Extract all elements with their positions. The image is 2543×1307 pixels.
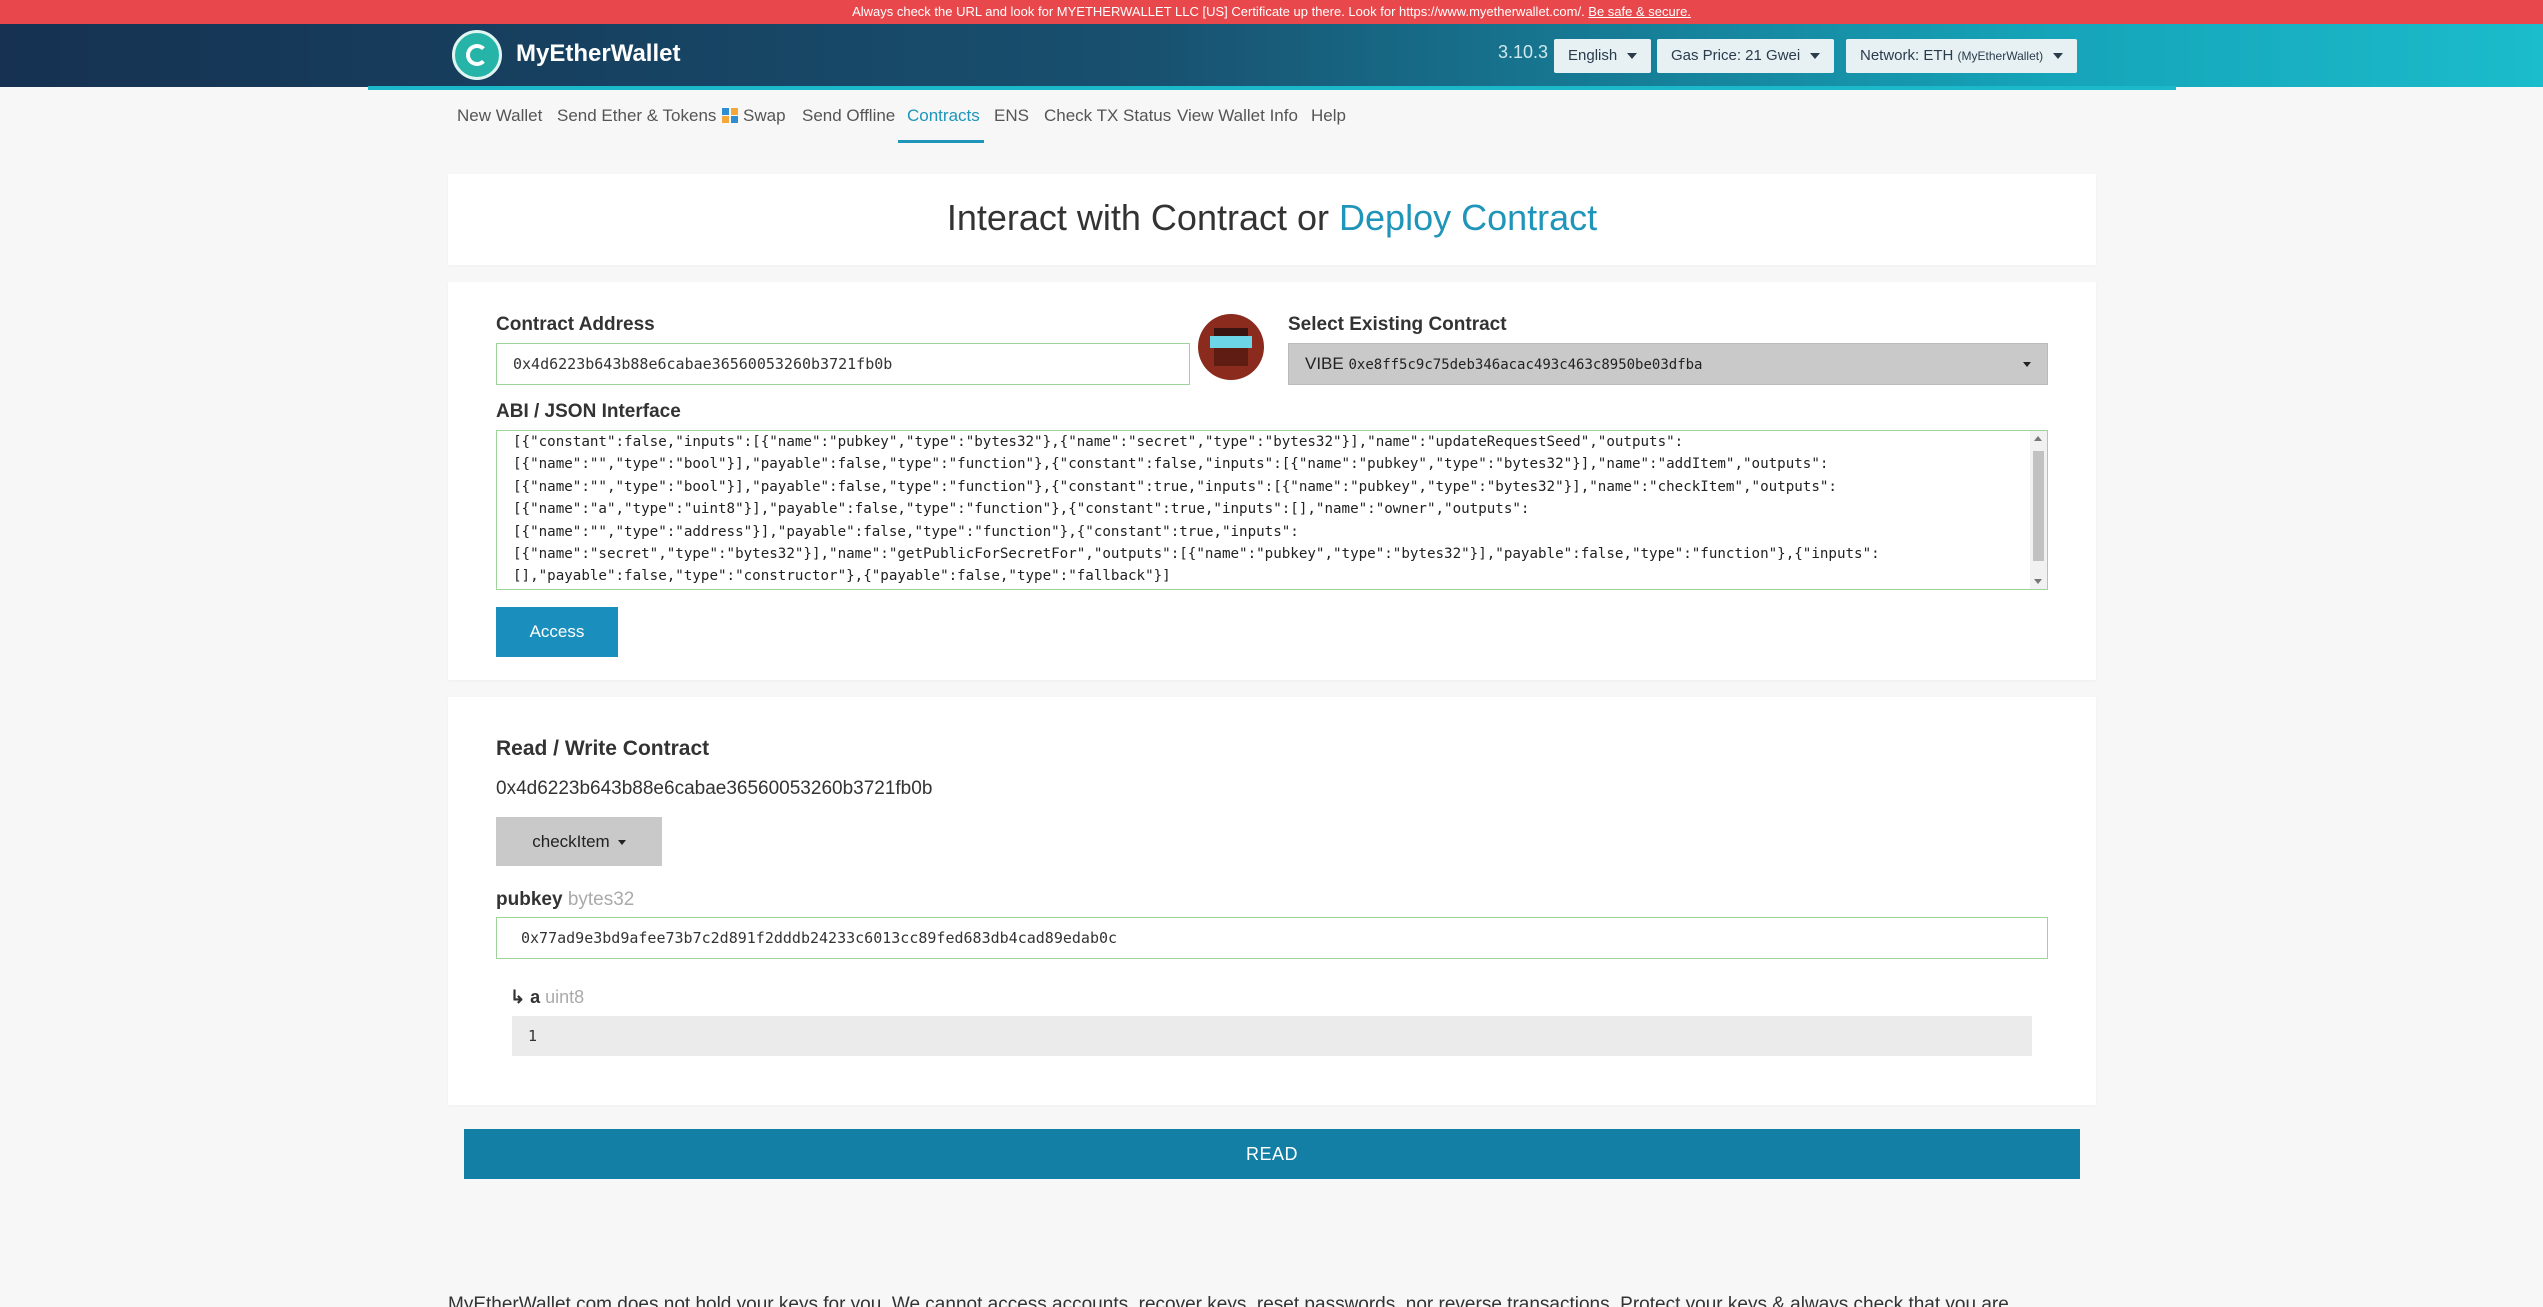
caret-down-icon [2023,362,2031,367]
caret-down-icon [617,840,626,846]
caret-down-icon [2053,53,2064,60]
header [0,24,2543,87]
read-write-contract-address: 0x4d6223b643b88e6cabae36560053260b3721fb… [496,778,933,799]
nav-help[interactable]: Help [1311,104,1346,128]
read-button[interactable]: READ [464,1129,2080,1179]
output-value-field: 1 [512,1016,2032,1056]
output-label: ↳ a uint8 [510,987,584,1008]
header-underline [368,86,2176,90]
output-name: a [530,987,541,1007]
abi-line: [{"name":"secret","type":"bytes32"}],"na… [513,546,1880,563]
read-write-heading: Read / Write Contract [496,737,710,760]
nav-view-wallet-info[interactable]: View Wallet Info [1177,104,1298,128]
logo-icon[interactable] [452,30,502,80]
contract-address-input[interactable]: 0x4d6223b643b88e6cabae36560053260b3721fb… [496,343,1190,385]
security-alert-bar: Always check the URL and look for MYETHE… [0,0,2543,24]
network-label: Network: ETH [1860,47,1954,64]
nav-ens[interactable]: ENS [994,104,1029,128]
abi-line: [{"name":"","type":"address"}],"payable"… [513,523,1299,540]
identicon-avatar [1198,314,1264,380]
swap-icon [722,108,738,123]
language-label: English [1568,47,1618,64]
scroll-thumb[interactable] [2033,451,2044,561]
network-dropdown[interactable]: Network: ETH (MyEtherWallet) [1846,39,2078,73]
nav-check-tx-status[interactable]: Check TX Status [1044,104,1171,128]
nav-send-ether-tokens[interactable]: Send Ether & Tokens [557,104,716,128]
nav-new-wallet[interactable]: New Wallet [457,104,542,128]
language-dropdown[interactable]: English [1554,39,1652,73]
select-existing-contract-dropdown[interactable]: VIBE 0xe8ff5c9c75deb346acac493c463c8950b… [1288,343,2048,385]
nav-contracts[interactable]: Contracts [907,104,980,128]
nav-swap-label: Swap [743,106,786,125]
network-node-label: (MyEtherWallet) [1957,49,2044,63]
output-arrow: ↳ [510,987,526,1007]
interact-title: Interact with Contract [946,197,1287,238]
abi-line: [{"name":"","type":"bool"}],"payable":fa… [513,456,1829,473]
nav-active-indicator [898,140,984,143]
select-existing-contract-label: Select Existing Contract [1288,314,1507,335]
abi-scrollbar[interactable] [2030,431,2047,589]
page-title: Interact with Contract or Deploy Contrac… [448,197,2096,239]
abi-line: [{"name":"a","type":"uint8"}],"payable":… [513,501,1530,518]
param-type: bytes32 [567,889,635,910]
caret-down-icon [1627,53,1638,60]
pubkey-input[interactable]: 0x77ad9e3bd9afee73b7c2d891f2dddb24233c60… [496,917,2048,959]
abi-line: [],"payable":false,"type":"constructor"}… [513,568,1171,585]
function-selected-label: checkItem [532,832,610,851]
scroll-down-icon[interactable] [2034,579,2042,584]
abi-line: [{"constant":false,"inputs":[{"name":"pu… [513,434,1684,450]
selected-contract-address: 0xe8ff5c9c75deb346acac493c463c8950be03df… [1348,357,1703,373]
scroll-up-icon[interactable] [2034,436,2042,441]
alert-link[interactable]: Be safe & secure. [1588,4,1691,19]
selected-contract-name: VIBE [1305,354,1344,373]
brand-name[interactable]: MyEtherWallet [516,40,680,68]
alert-text: Always check the URL and look for MYETHE… [852,4,1589,19]
access-button[interactable]: Access [496,607,618,657]
title-panel: Interact with Contract or Deploy Contrac… [448,174,2096,265]
main-nav: New Wallet Send Ether & Tokens Swap Send… [0,104,2543,144]
gas-price-label: Gas Price: 21 Gwei [1671,47,1801,64]
caret-down-icon [1810,53,1821,60]
gas-price-dropdown[interactable]: Gas Price: 21 Gwei [1657,39,1835,73]
output-type: uint8 [545,987,585,1007]
param-label: pubkey bytes32 [496,889,634,911]
version-label: 3.10.3 [1498,42,1549,62]
function-select-dropdown[interactable]: checkItem [496,817,662,866]
param-name: pubkey [496,889,563,910]
abi-json-textarea[interactable]: [{"constant":false,"inputs":[{"name":"pu… [496,430,2048,590]
footer-disclaimer: MyEtherWallet.com does not hold your key… [448,1294,2009,1307]
nav-swap[interactable]: Swap [721,104,786,128]
contract-address-label: Contract Address [496,314,655,335]
title-or: or [1297,197,1330,238]
deploy-contract-link[interactable]: Deploy Contract [1339,197,1597,238]
abi-line: [{"name":"","type":"bool"}],"payable":fa… [513,478,1837,495]
abi-label: ABI / JSON Interface [496,401,681,422]
nav-send-offline[interactable]: Send Offline [802,104,895,128]
